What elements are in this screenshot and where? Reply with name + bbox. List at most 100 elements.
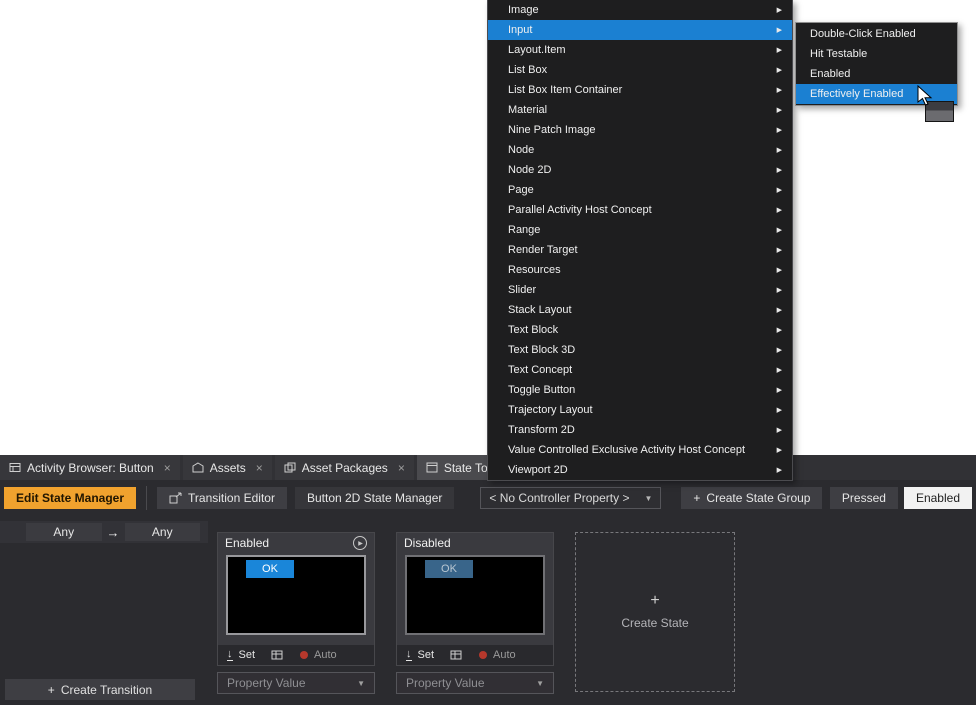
menu-item-list-box[interactable]: List Box▶	[488, 60, 792, 80]
menu-item-resources[interactable]: Resources▶	[488, 260, 792, 280]
menu-item-node-2d[interactable]: Node 2D▶	[488, 160, 792, 180]
menu-item-label: Input	[508, 24, 771, 36]
state-card-enabled[interactable]: Enabled ▶ OK ↓ Set Auto	[217, 532, 375, 666]
create-state-label: Create State	[621, 616, 688, 630]
set-arrow-icon: ↓	[227, 649, 233, 661]
create-state-button[interactable]: + Create State	[575, 532, 735, 692]
property-value-dropdown-disabled[interactable]: Property Value ▼	[396, 672, 554, 694]
chevron-down-icon: ▼	[536, 679, 544, 688]
set-button[interactable]: Set	[418, 649, 435, 661]
plus-icon: +	[693, 491, 700, 505]
submenu-arrow-icon: ▶	[777, 326, 782, 334]
menu-item-viewport-2d[interactable]: Viewport 2D▶	[488, 460, 792, 480]
submenu-arrow-icon: ▶	[777, 226, 782, 234]
state-card-disabled[interactable]: Disabled OK ↓ Set Auto	[396, 532, 554, 666]
property-value-dropdown-enabled[interactable]: Property Value ▼	[217, 672, 375, 694]
transition-row[interactable]: Any → Any	[0, 521, 208, 543]
menu-item-label: Image	[508, 4, 771, 16]
submenu-arrow-icon: ▶	[777, 46, 782, 54]
state-manager-content: ▶ Any → Any + Create Transition Enabled …	[0, 516, 976, 705]
menu-item-input[interactable]: Input ▶	[488, 20, 792, 40]
state-preview[interactable]: OK	[405, 555, 545, 635]
tab-assets[interactable]: Assets ×	[183, 455, 272, 480]
menu-item-transform-2d[interactable]: Transform 2D ▶	[488, 420, 792, 440]
menu-item-image[interactable]: Image ▶	[488, 0, 792, 20]
auto-record-dot[interactable]	[300, 651, 308, 659]
menu-item-label: List Box Item Container	[508, 84, 771, 96]
transition-from-button[interactable]: Any	[26, 523, 102, 541]
create-transition-button[interactable]: + Create Transition	[5, 679, 195, 700]
submenu-item-label: Double-Click Enabled	[810, 28, 916, 40]
submenu-arrow-icon: ▶	[777, 466, 782, 474]
menu-item-text-concept[interactable]: Text Concept▶	[488, 360, 792, 380]
menu-item-label: Node	[508, 144, 771, 156]
menu-item-page[interactable]: Page▶	[488, 180, 792, 200]
menu-item-text-block-3d[interactable]: Text Block 3D▶	[488, 340, 792, 360]
menu-item-material[interactable]: Material▶	[488, 100, 792, 120]
auto-record-dot[interactable]	[479, 651, 487, 659]
chevron-down-icon: ▼	[644, 494, 652, 503]
submenu-arrow-icon: ▶	[777, 146, 782, 154]
toolbar-divider	[146, 486, 147, 510]
submenu-item-hit-testable[interactable]: Hit Testable	[796, 44, 957, 64]
menu-item-stack-layout[interactable]: Stack Layout ▶	[488, 300, 792, 320]
edit-state-manager-button[interactable]: Edit State Manager	[4, 487, 136, 509]
submenu-arrow-icon: ▶	[777, 166, 782, 174]
close-tab-icon[interactable]: ×	[164, 461, 171, 475]
menu-item-label: Transform 2D	[508, 424, 771, 436]
menu-item-nine-patch-image[interactable]: Nine Patch Image▶	[488, 120, 792, 140]
enabled-label: Enabled	[916, 491, 960, 505]
submenu-item-label: Hit Testable	[810, 48, 867, 60]
submenu-arrow-icon: ▶	[777, 26, 782, 34]
submenu-arrow-icon: ▶	[777, 426, 782, 434]
menu-item-toggle-button[interactable]: Toggle Button▶	[488, 380, 792, 400]
transition-editor-icon	[169, 492, 182, 504]
mouse-cursor-icon	[917, 85, 935, 114]
state-manager-title[interactable]: Button 2D State Manager	[295, 487, 454, 509]
record-properties-icon[interactable]	[271, 649, 284, 661]
auto-toggle[interactable]: Auto	[314, 649, 337, 661]
menu-item-node[interactable]: Node ▶	[488, 140, 792, 160]
transition-to-label: Any	[152, 525, 173, 539]
menu-item-trajectory-layout[interactable]: Trajectory Layout▶	[488, 400, 792, 420]
menu-item-parallel-activity-host-concept[interactable]: Parallel Activity Host Concept▶	[488, 200, 792, 220]
property-value-label: Property Value	[406, 676, 485, 690]
state-preview[interactable]: OK	[226, 555, 366, 635]
transition-to-button[interactable]: Any	[125, 523, 201, 541]
menu-item-range[interactable]: Range▶	[488, 220, 792, 240]
menu-item-label: Stack Layout	[508, 304, 771, 316]
preview-state-play-icon[interactable]: ▶	[353, 536, 367, 550]
submenu-arrow-icon: ▶	[777, 306, 782, 314]
menu-item-list-box-item-container[interactable]: List Box Item Container▶	[488, 80, 792, 100]
tab-asset-packages[interactable]: Asset Packages ×	[275, 455, 414, 480]
preview-ok-button: OK	[425, 560, 473, 578]
close-tab-icon[interactable]: ×	[256, 461, 263, 475]
menu-item-label: List Box	[508, 64, 771, 76]
assets-tab-icon	[192, 462, 204, 473]
submenu-arrow-icon: ▶	[777, 126, 782, 134]
menu-item-layout-item[interactable]: Layout.Item▶	[488, 40, 792, 60]
menu-item-render-target[interactable]: Render Target▶	[488, 240, 792, 260]
set-button[interactable]: Set	[239, 649, 256, 661]
submenu-item-double-click-enabled[interactable]: Double-Click Enabled	[796, 24, 957, 44]
transition-editor-button[interactable]: Transition Editor	[157, 487, 287, 509]
pressed-state-button[interactable]: Pressed	[830, 487, 898, 509]
close-tab-icon[interactable]: ×	[398, 461, 405, 475]
submenu-arrow-icon: ▶	[777, 6, 782, 14]
submenu-arrow-icon: ▶	[777, 346, 782, 354]
context-menu: Image▶ Input▶ Layout.Item▶ List Box▶ Lis…	[487, 0, 793, 481]
controller-property-dropdown[interactable]: < No Controller Property > ▼	[480, 487, 661, 509]
enabled-state-button[interactable]: Enabled	[904, 487, 972, 509]
tab-activity-browser[interactable]: Activity Browser: Button ×	[0, 455, 180, 480]
menu-item-label: Trajectory Layout	[508, 404, 771, 416]
menu-item-label: Render Target	[508, 244, 771, 256]
auto-toggle[interactable]: Auto	[493, 649, 516, 661]
create-state-group-button[interactable]: + Create State Group	[681, 487, 822, 509]
submenu-arrow-icon: ▶	[777, 366, 782, 374]
menu-item-text-block[interactable]: Text Block▶	[488, 320, 792, 340]
record-properties-icon[interactable]	[450, 649, 463, 661]
submenu-item-enabled[interactable]: Enabled	[796, 64, 957, 84]
state-card-header: Disabled	[397, 533, 553, 553]
menu-item-slider[interactable]: Slider▶	[488, 280, 792, 300]
menu-item-value-controlled-exclusive-activity-host-concept[interactable]: Value Controlled Exclusive Activity Host…	[488, 440, 792, 460]
